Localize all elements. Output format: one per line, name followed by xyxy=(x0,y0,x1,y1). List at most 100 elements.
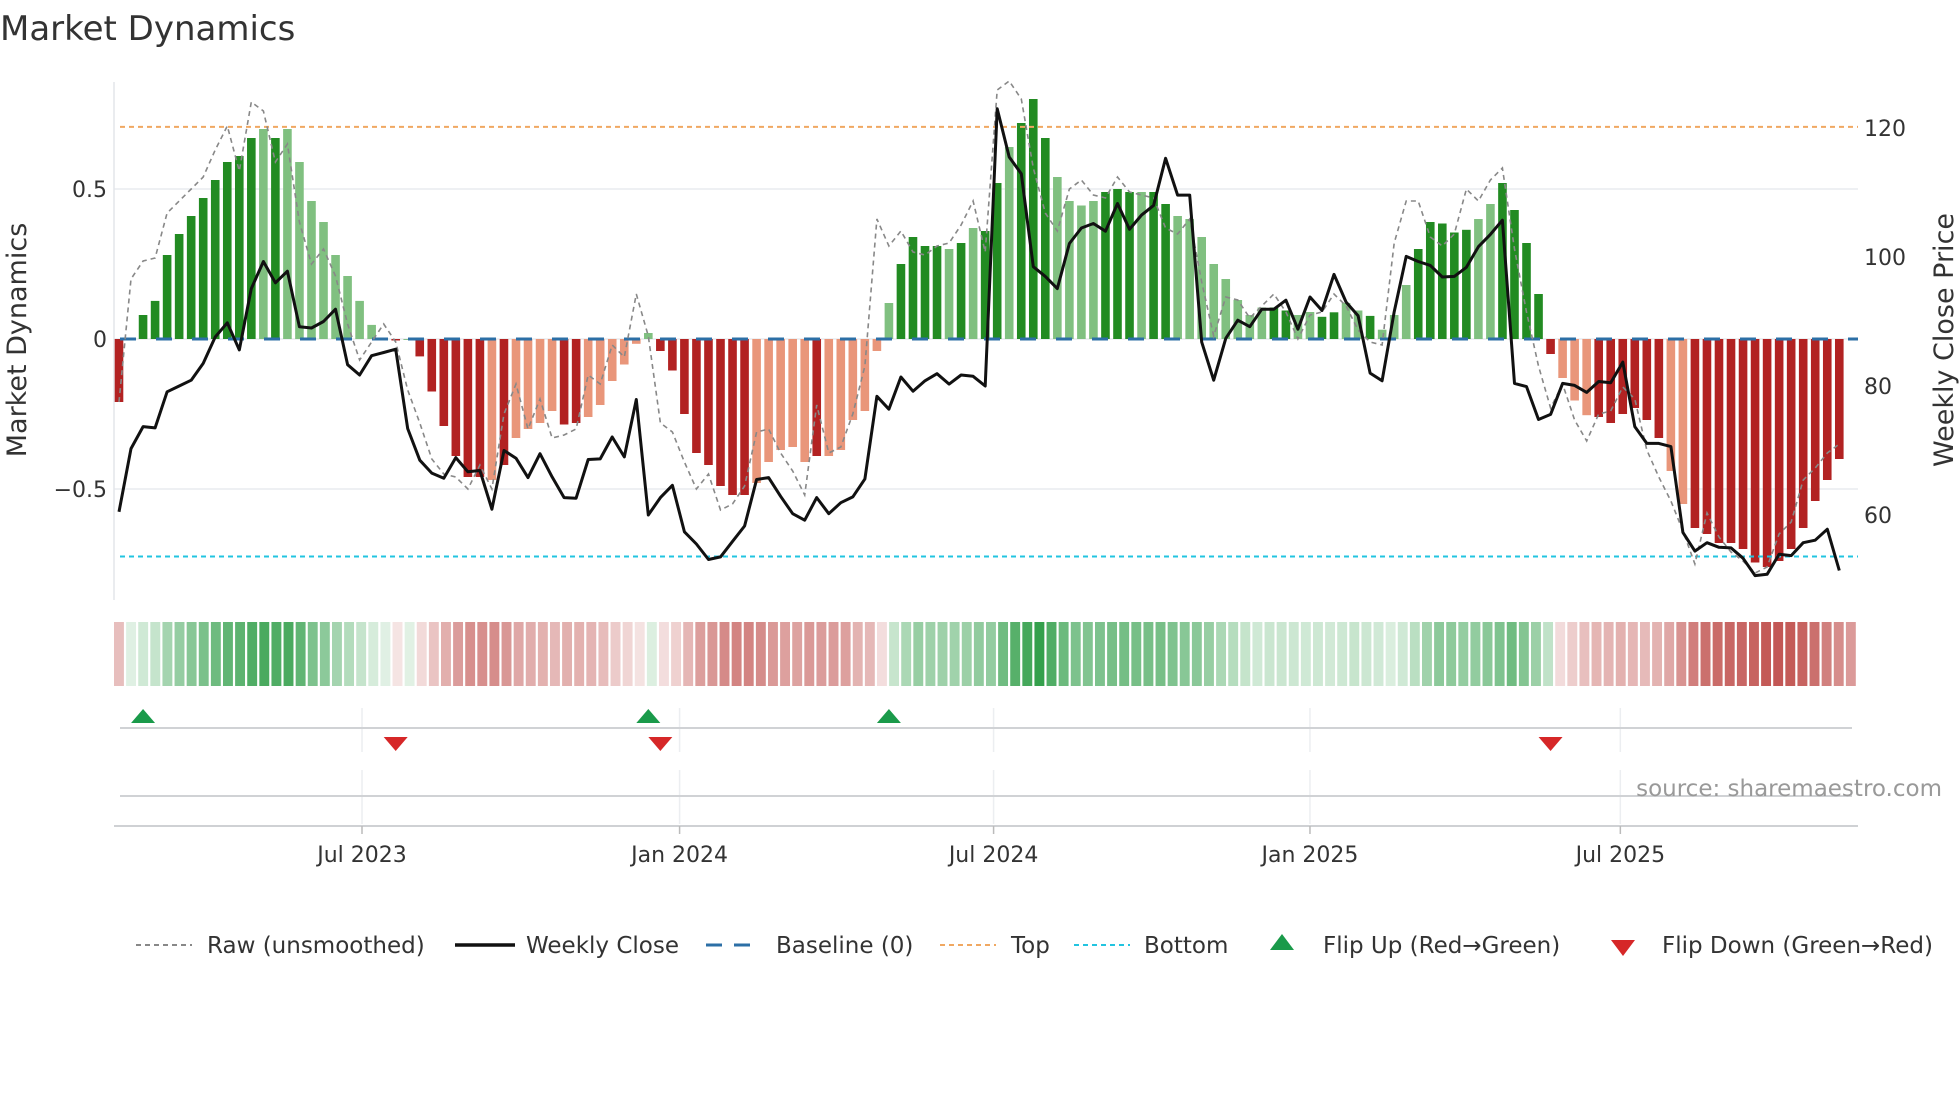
heat-cell xyxy=(1058,622,1069,686)
heat-cell xyxy=(1579,622,1590,686)
dynamics-bar xyxy=(656,339,665,351)
heat-cell xyxy=(162,622,173,686)
dynamics-bar xyxy=(475,339,485,477)
legend-raw-label: Raw (unsmoothed) xyxy=(207,933,425,959)
heat-cell xyxy=(1191,622,1202,686)
dynamics-bar xyxy=(343,276,352,339)
heat-cell xyxy=(986,622,996,686)
heat-cell xyxy=(1773,622,1784,686)
dynamics-bar xyxy=(716,339,725,486)
dynamics-bar xyxy=(1714,339,1724,543)
dynamics-bar xyxy=(1474,219,1483,339)
heat-cell xyxy=(634,622,645,686)
y2-axis-ticks: 120 100 80 60 xyxy=(1864,117,1906,529)
y2-axis-label: Weekly Close Price xyxy=(1929,213,1960,467)
heat-cell xyxy=(1833,622,1844,686)
heat-cell xyxy=(1228,622,1239,686)
legend-flip-up-icon xyxy=(1270,934,1294,950)
x-tick-label: Jan 2025 xyxy=(1260,843,1359,868)
dynamics-bar xyxy=(1317,316,1327,339)
heat-cell xyxy=(1010,622,1021,686)
heat-cell xyxy=(961,622,972,686)
dynamics-bar xyxy=(932,246,942,339)
dynamics-bar xyxy=(186,216,196,339)
dynamics-bar xyxy=(198,198,208,339)
heat-cell xyxy=(755,622,766,686)
heat-cell xyxy=(1119,622,1130,686)
heat-cell xyxy=(1337,622,1348,686)
heat-cell xyxy=(610,622,621,686)
heat-cell xyxy=(731,622,742,686)
heat-cell xyxy=(1652,622,1663,686)
dynamics-bar xyxy=(800,339,810,462)
heat-cell xyxy=(150,622,161,686)
dynamics-bar xyxy=(1546,339,1555,354)
heat-cell xyxy=(477,622,488,686)
heat-cell xyxy=(998,622,1009,686)
heat-cell xyxy=(368,622,379,686)
heat-cell xyxy=(356,622,367,686)
dynamics-bar xyxy=(1281,310,1291,339)
legend: Raw (unsmoothed) Weekly Close Baseline (… xyxy=(136,933,1933,959)
dynamics-bar xyxy=(271,138,280,339)
dynamics-bar xyxy=(138,315,148,339)
heat-cell xyxy=(1204,622,1214,686)
dynamics-bar xyxy=(956,243,966,339)
dynamics-bar xyxy=(1450,232,1459,339)
dynamics-bar xyxy=(487,339,497,480)
heat-cell xyxy=(550,622,560,686)
heat-cell xyxy=(1494,622,1505,686)
dynamics-bar xyxy=(1486,204,1495,339)
heat-cell xyxy=(659,622,669,686)
dynamics-bar xyxy=(1329,312,1339,339)
heat-cell xyxy=(1603,622,1614,686)
y2-tick-label: 100 xyxy=(1864,246,1906,271)
heat-cell xyxy=(1034,622,1045,686)
heat-cell xyxy=(1458,622,1469,686)
heat-cell xyxy=(1373,622,1384,686)
heat-cell xyxy=(1046,622,1057,686)
flip-down-marker xyxy=(383,737,408,751)
dynamics-bar xyxy=(1016,123,1026,339)
dynamics-bar xyxy=(1570,339,1579,401)
heat-cell xyxy=(1446,622,1457,686)
dynamics-bar xyxy=(1053,177,1062,339)
dynamics-bar xyxy=(511,339,521,438)
flip-up-marker xyxy=(876,709,901,723)
dynamics-bar xyxy=(1438,223,1447,339)
dynamics-bar xyxy=(1594,339,1603,417)
heat-cell xyxy=(1627,622,1638,686)
heat-cell xyxy=(1591,622,1602,686)
dynamics-bar xyxy=(1269,307,1279,339)
heat-cell xyxy=(126,622,137,686)
raw-line xyxy=(118,79,1840,574)
heat-cell xyxy=(804,622,815,686)
dynamics-bar xyxy=(571,339,581,423)
y-tick-label: 0 xyxy=(93,328,107,353)
dynamics-bars xyxy=(114,99,1844,567)
heat-cell xyxy=(901,622,912,686)
heat-cell xyxy=(937,622,948,686)
flip-down-marker xyxy=(648,737,673,751)
heat-cell xyxy=(598,622,609,686)
heat-cell xyxy=(1252,622,1263,686)
heat-cell xyxy=(1724,622,1735,686)
dynamics-bar xyxy=(668,339,677,371)
y-axis-label: Market Dynamics xyxy=(2,223,33,458)
x-tick-label: Jul 2024 xyxy=(947,843,1039,868)
dynamics-bar xyxy=(1762,339,1772,567)
dynamics-bar xyxy=(391,339,400,341)
dynamics-bar xyxy=(439,339,449,426)
legend-flip-up-label: Flip Up (Red→Green) xyxy=(1323,933,1560,959)
heat-cell xyxy=(537,622,548,686)
heat-cell xyxy=(114,622,124,686)
heat-cell xyxy=(707,622,718,686)
heat-cell xyxy=(271,622,282,686)
heat-cell xyxy=(416,622,427,686)
heat-cell xyxy=(792,622,803,686)
heat-cell xyxy=(646,622,657,686)
heat-cell xyxy=(768,622,778,686)
heat-cell xyxy=(574,622,585,686)
dynamics-bar xyxy=(1702,339,1712,534)
dynamics-bar xyxy=(848,339,858,420)
